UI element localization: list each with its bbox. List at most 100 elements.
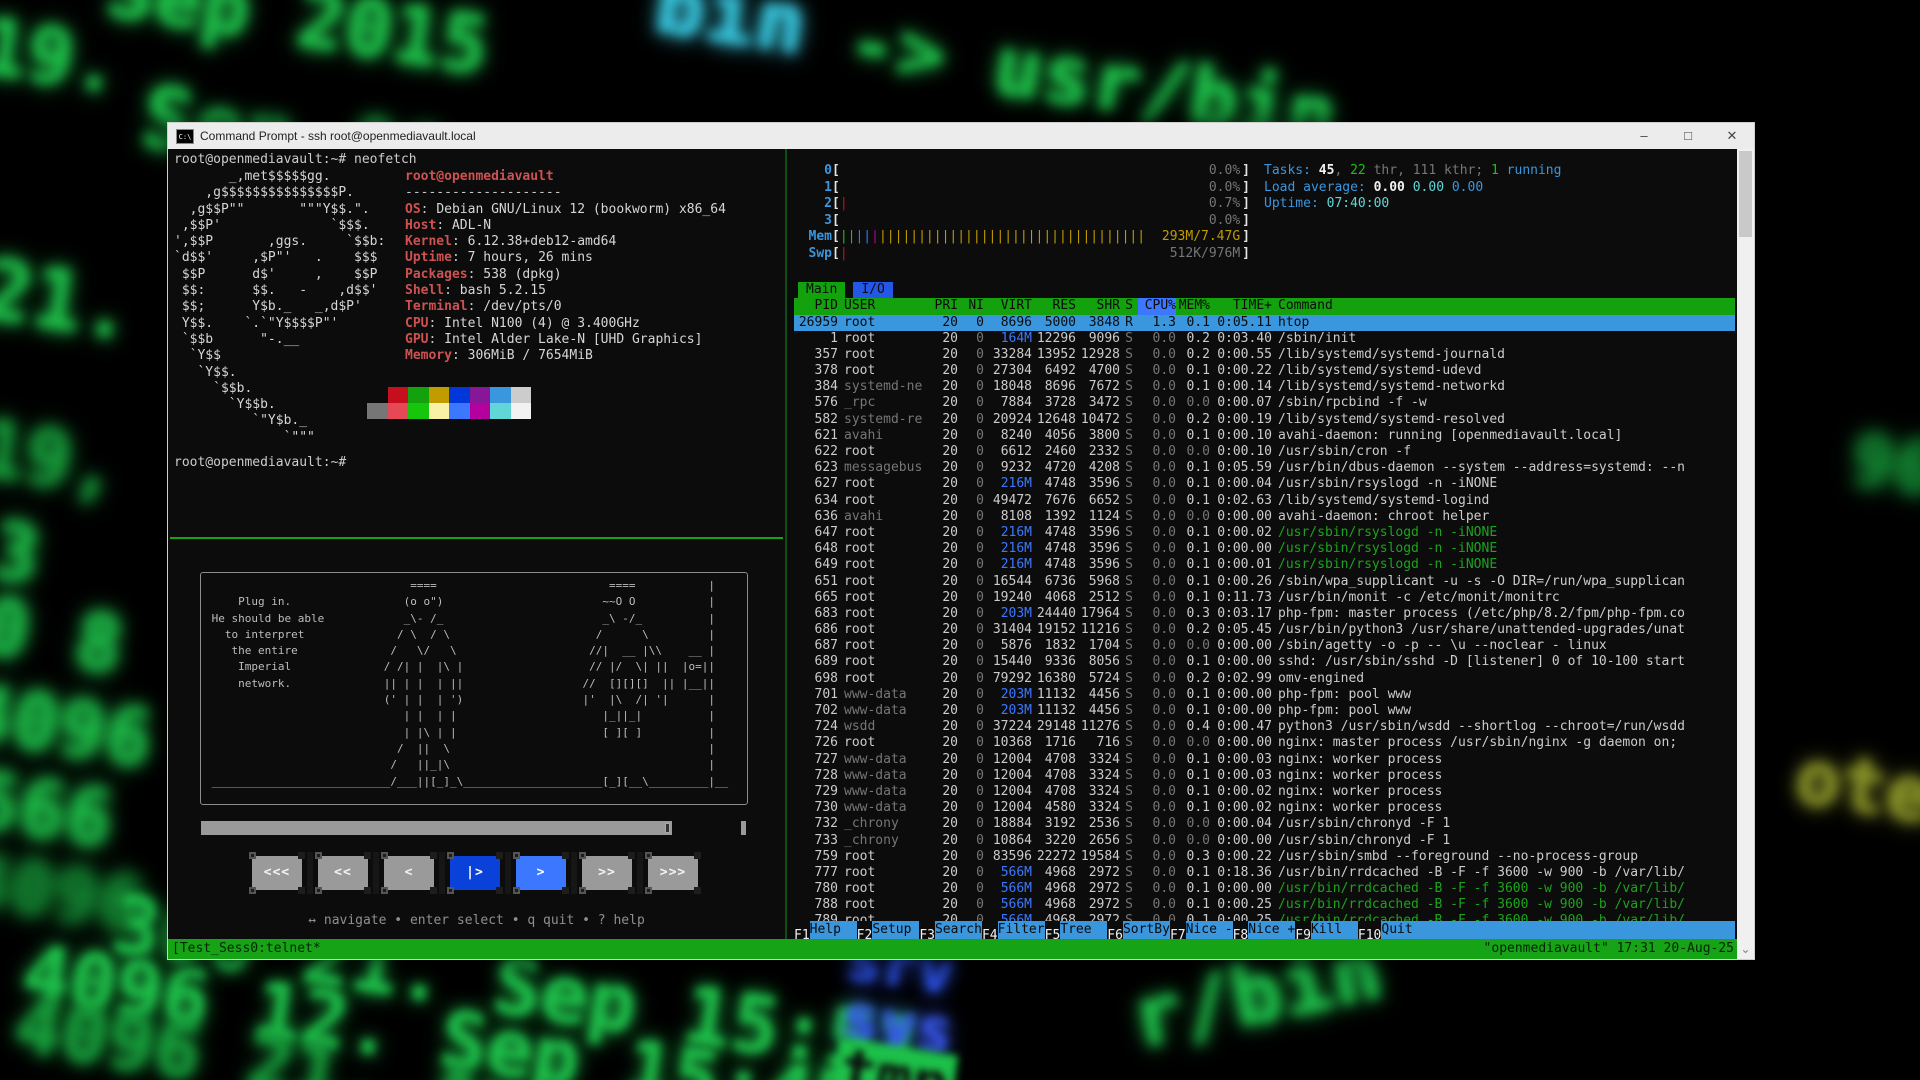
column-header-pid[interactable]: PID	[794, 298, 838, 315]
column-header-cpu[interactable]: CPU%	[1138, 298, 1176, 315]
player-button-play[interactable]: |>	[450, 856, 500, 890]
process-cell: htop	[1278, 315, 1735, 331]
process-row[interactable]: 623messagebus200923247204208S0.00.10:05.…	[794, 460, 1735, 476]
player-button-rewind-fast[interactable]: <<<	[252, 856, 302, 890]
column-header-ni[interactable]: NI	[958, 298, 984, 315]
process-row[interactable]: 621avahi200824040563800S0.00.10:00.10ava…	[794, 428, 1735, 444]
process-row[interactable]: 730www-data2001200445803324S0.00.10:00.0…	[794, 800, 1735, 816]
close-button[interactable]: ✕	[1710, 123, 1754, 149]
tab-main[interactable]: Main	[798, 282, 845, 299]
fkey-kill[interactable]: F9Kill	[1295, 921, 1358, 939]
fkey-quit[interactable]: F10Quit	[1358, 921, 1428, 939]
process-row[interactable]: 384systemd-ne2001804886967672S0.00.10:00…	[794, 379, 1735, 395]
text-segment: :	[452, 250, 468, 265]
fkey-search[interactable]: F3Search	[919, 921, 982, 939]
fkey-help[interactable]: F1Help	[794, 921, 857, 939]
process-cell: 203M	[984, 703, 1032, 719]
process-row[interactable]: 759root200835962227219584S0.00.30:00.22/…	[794, 849, 1735, 865]
process-row[interactable]: 732_chrony2001888431922536S0.00.00:00.04…	[794, 816, 1735, 832]
process-cell: 651	[794, 574, 838, 590]
process-row[interactable]: 702www-data200203M111324456S0.00.10:00.0…	[794, 703, 1735, 719]
player-button-step-back[interactable]: <	[384, 856, 434, 890]
process-cell: S	[1120, 654, 1138, 670]
meter-value: 0.0%	[1209, 213, 1240, 230]
process-cell: 0:00.19	[1210, 412, 1272, 428]
scrollbar-thumb[interactable]	[1739, 151, 1752, 237]
process-cell: 20	[924, 509, 958, 525]
process-row[interactable]: 683root200203M2444017964S0.00.30:03.17ph…	[794, 606, 1735, 622]
process-row[interactable]: 789root200566M49682972S0.00.10:00.25/usr…	[794, 913, 1735, 920]
process-row[interactable]: 698root20079292163805724S0.00.20:02.99om…	[794, 671, 1735, 687]
scroll-down-icon[interactable]: ⌄	[1737, 943, 1754, 959]
process-cell: 12004	[984, 768, 1032, 784]
process-row[interactable]: 727www-data2001200447083324S0.00.10:00.0…	[794, 752, 1735, 768]
process-cell: /usr/sbin/smbd --foreground --no-process…	[1278, 849, 1735, 865]
progress-endcap[interactable]	[663, 821, 672, 835]
process-row[interactable]: 701www-data200203M111324456S0.00.10:00.0…	[794, 687, 1735, 703]
process-cell: 0.0	[1138, 606, 1176, 622]
minimize-button[interactable]: –	[1622, 123, 1666, 149]
process-row[interactable]: 726root200103681716716S0.00.00:00.00ngin…	[794, 735, 1735, 751]
process-row[interactable]: 649root200216M47483596S0.00.10:00.01/usr…	[794, 557, 1735, 573]
process-row[interactable]: 647root200216M47483596S0.00.10:00.02/usr…	[794, 525, 1735, 541]
column-header-time[interactable]: TIME+	[1210, 298, 1272, 315]
process-row[interactable]: 627root200216M47483596S0.00.10:00.04/usr…	[794, 476, 1735, 492]
player-button-forward-fast[interactable]: >>>	[648, 856, 698, 890]
process-cell: /usr/bin/python3 /usr/share/unattended-u…	[1278, 622, 1735, 638]
process-row[interactable]: 689root2001544093368056S0.00.10:00.00ssh…	[794, 654, 1735, 670]
process-row[interactable]: 780root200566M49682972S0.00.10:00.00/usr…	[794, 881, 1735, 897]
process-row[interactable]: 733_chrony2001086432202656S0.00.00:00.00…	[794, 833, 1735, 849]
column-header-s[interactable]: S	[1120, 298, 1138, 315]
process-row[interactable]: 665root2001924040682512S0.00.10:11.73/us…	[794, 590, 1735, 606]
process-cell: 11132	[1032, 687, 1076, 703]
process-row[interactable]: 648root200216M47483596S0.00.10:00.00/usr…	[794, 541, 1735, 557]
column-header-mem[interactable]: MEM%	[1176, 298, 1210, 315]
process-row[interactable]: 26959root200869650003848R1.30.10:05.11ht…	[794, 315, 1735, 331]
column-header-pri[interactable]: PRI	[924, 298, 958, 315]
column-header-res[interactable]: RES	[1032, 298, 1076, 315]
fkey-filter[interactable]: F4Filter	[982, 921, 1045, 939]
column-header-command[interactable]: Command	[1278, 298, 1735, 315]
scrollbar[interactable]: ⌄	[1737, 149, 1754, 959]
maximize-button[interactable]: □	[1666, 123, 1710, 149]
process-table-header[interactable]: PID USERPRINIVIRTRESSHRSCPU%MEM%TIME+ Comm…	[794, 298, 1735, 315]
process-row[interactable]: 357root200332841395212928S0.00.20:00.55/…	[794, 347, 1735, 363]
player-button-rewind[interactable]: <<	[318, 856, 368, 890]
fkey-tree[interactable]: F5Tree	[1045, 921, 1108, 939]
process-cell: 357	[794, 347, 838, 363]
process-row[interactable]: 777root200566M49682972S0.00.10:18.36/usr…	[794, 865, 1735, 881]
fkey-sortby[interactable]: F6SortBy	[1107, 921, 1170, 939]
fkey-nice[interactable]: F8Nice +	[1233, 921, 1296, 939]
column-header-virt[interactable]: VIRT	[984, 298, 1032, 315]
process-cell: 20	[924, 816, 958, 832]
tab-io[interactable]: I/O	[853, 282, 892, 299]
process-row[interactable]: 686root200314041915211216S0.00.20:05.45/…	[794, 622, 1735, 638]
player-progress-bar[interactable]	[200, 821, 748, 835]
process-row[interactable]: 724wsdd200372242914811276S0.00.40:00.47p…	[794, 719, 1735, 735]
fkey-nice[interactable]: F7Nice -	[1170, 921, 1233, 939]
process-row[interactable]: 687root200587618321704S0.00.00:00.00/sbi…	[794, 638, 1735, 654]
title-bar[interactable]: C:\ Command Prompt - ssh root@openmediav…	[168, 123, 1754, 149]
process-cell: php-fpm: pool www	[1278, 687, 1735, 703]
process-cell: 20	[924, 865, 958, 881]
process-cell: root	[844, 363, 924, 379]
fkey-setup[interactable]: F2Setup	[857, 921, 920, 939]
column-header-user[interactable]: USER	[844, 298, 924, 315]
process-cell: 0:00.03	[1210, 768, 1272, 784]
process-row[interactable]: 729www-data2001200447083324S0.00.10:00.0…	[794, 784, 1735, 800]
process-row[interactable]: 1root200164M122969096S0.00.20:03.40/sbin…	[794, 331, 1735, 347]
process-row[interactable]: 788root200566M49682972S0.00.10:00.25/usr…	[794, 897, 1735, 913]
process-row[interactable]: 582systemd-re200209241264810472S0.00.20:…	[794, 412, 1735, 428]
process-row[interactable]: 622root200661224602332S0.00.00:00.10/usr…	[794, 444, 1735, 460]
column-header-shr[interactable]: SHR	[1076, 298, 1120, 315]
process-row[interactable]: 576_rpc200788437283472S0.00.00:00.07/sbi…	[794, 395, 1735, 411]
player-button-step-forward[interactable]: >	[516, 856, 566, 890]
process-row[interactable]: 636avahi200810813921124S0.00.00:00.00ava…	[794, 509, 1735, 525]
process-row[interactable]: 728www-data2001200447083324S0.00.10:00.0…	[794, 768, 1735, 784]
info-label: Memory	[405, 348, 452, 363]
process-row[interactable]: 634root2004947276766652S0.00.10:02.63/li…	[794, 493, 1735, 509]
player-button-forward[interactable]: >>	[582, 856, 632, 890]
process-row[interactable]: 378root2002730464924700S0.00.10:00.22/li…	[794, 363, 1735, 379]
process-row[interactable]: 651root2001654467365968S0.00.10:00.26/sb…	[794, 574, 1735, 590]
text-segment: thr	[1366, 163, 1397, 178]
